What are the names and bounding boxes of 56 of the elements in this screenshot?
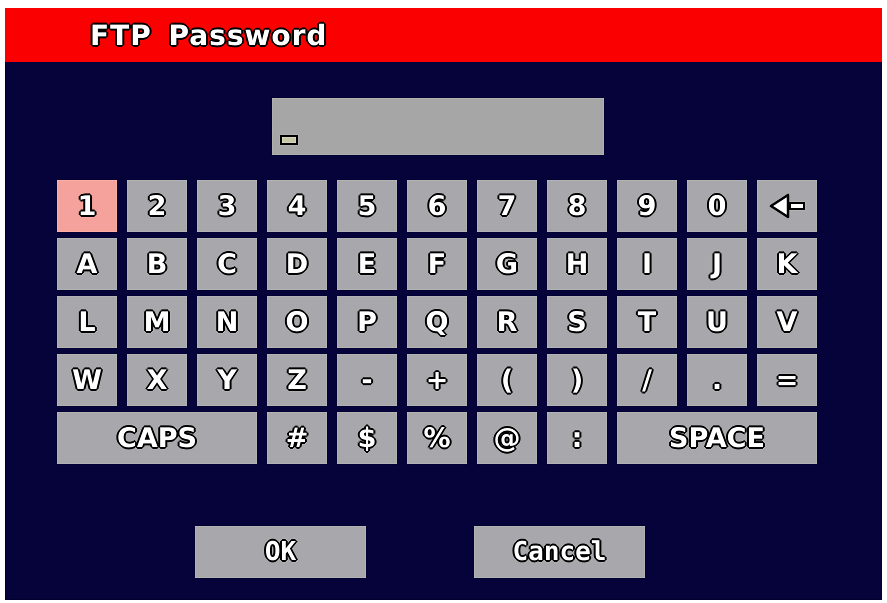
keyboard-key[interactable]: Q	[407, 296, 467, 348]
keyboard-key[interactable]: 8	[547, 180, 607, 232]
keyboard-key[interactable]: C	[197, 238, 257, 290]
keyboard-key[interactable]: =	[757, 354, 817, 406]
keyboard-key[interactable]: .	[687, 354, 747, 406]
keyboard-key[interactable]: 5	[337, 180, 397, 232]
keyboard-key[interactable]: Y	[197, 354, 257, 406]
keyboard-key[interactable]: 0	[687, 180, 747, 232]
keyboard-key[interactable]: @	[477, 412, 537, 464]
keyboard-key[interactable]: B	[127, 238, 187, 290]
keyboard-key[interactable]: R	[477, 296, 537, 348]
dialog-button[interactable]: Cancel	[474, 526, 645, 578]
keyboard-key[interactable]: :	[547, 412, 607, 464]
keyboard-key[interactable]: )	[547, 354, 607, 406]
keyboard-key[interactable]: %	[407, 412, 467, 464]
keyboard-key[interactable]: #	[267, 412, 327, 464]
keyboard-key[interactable]: $	[337, 412, 397, 464]
backspace-key[interactable]	[757, 180, 817, 232]
keyboard-key[interactable]: T	[617, 296, 677, 348]
keyboard-key[interactable]: -	[337, 354, 397, 406]
keyboard-key[interactable]: I	[617, 238, 677, 290]
keyboard-key[interactable]: G	[477, 238, 537, 290]
window-title: FTP Password	[90, 18, 328, 52]
keyboard-key[interactable]: L	[57, 296, 117, 348]
dialog-button[interactable]: OK	[195, 526, 366, 578]
keyboard-key[interactable]: O	[267, 296, 327, 348]
keyboard-key[interactable]: D	[267, 238, 327, 290]
keyboard-key[interactable]: U	[687, 296, 747, 348]
keyboard-key[interactable]: K	[757, 238, 817, 290]
keyboard-key[interactable]: SPACE	[617, 412, 817, 464]
keyboard-key[interactable]: (	[477, 354, 537, 406]
keyboard-key[interactable]: CAPS	[57, 412, 257, 464]
keyboard-key[interactable]: 1	[57, 180, 117, 232]
keyboard-key[interactable]: +	[407, 354, 467, 406]
backspace-arrow-icon	[768, 192, 806, 220]
keyboard-key[interactable]: J	[687, 238, 747, 290]
keyboard-key[interactable]: 2	[127, 180, 187, 232]
keyboard-key[interactable]: Z	[267, 354, 327, 406]
keyboard-key[interactable]: X	[127, 354, 187, 406]
keyboard-key[interactable]: 4	[267, 180, 327, 232]
keyboard-key[interactable]: M	[127, 296, 187, 348]
keyboard-key[interactable]: S	[547, 296, 607, 348]
keyboard-key[interactable]: P	[337, 296, 397, 348]
keyboard-key[interactable]: /	[617, 354, 677, 406]
keyboard-key[interactable]: 3	[197, 180, 257, 232]
keyboard-key[interactable]: 6	[407, 180, 467, 232]
password-field[interactable]	[272, 98, 604, 155]
keyboard-key[interactable]: A	[57, 238, 117, 290]
keyboard-key[interactable]: E	[337, 238, 397, 290]
keyboard-key[interactable]: W	[57, 354, 117, 406]
keyboard-key[interactable]: N	[197, 296, 257, 348]
keyboard-key[interactable]: 7	[477, 180, 537, 232]
keyboard-key[interactable]: F	[407, 238, 467, 290]
keyboard-key[interactable]: H	[547, 238, 607, 290]
keyboard-key[interactable]: 9	[617, 180, 677, 232]
keyboard-key[interactable]: V	[757, 296, 817, 348]
